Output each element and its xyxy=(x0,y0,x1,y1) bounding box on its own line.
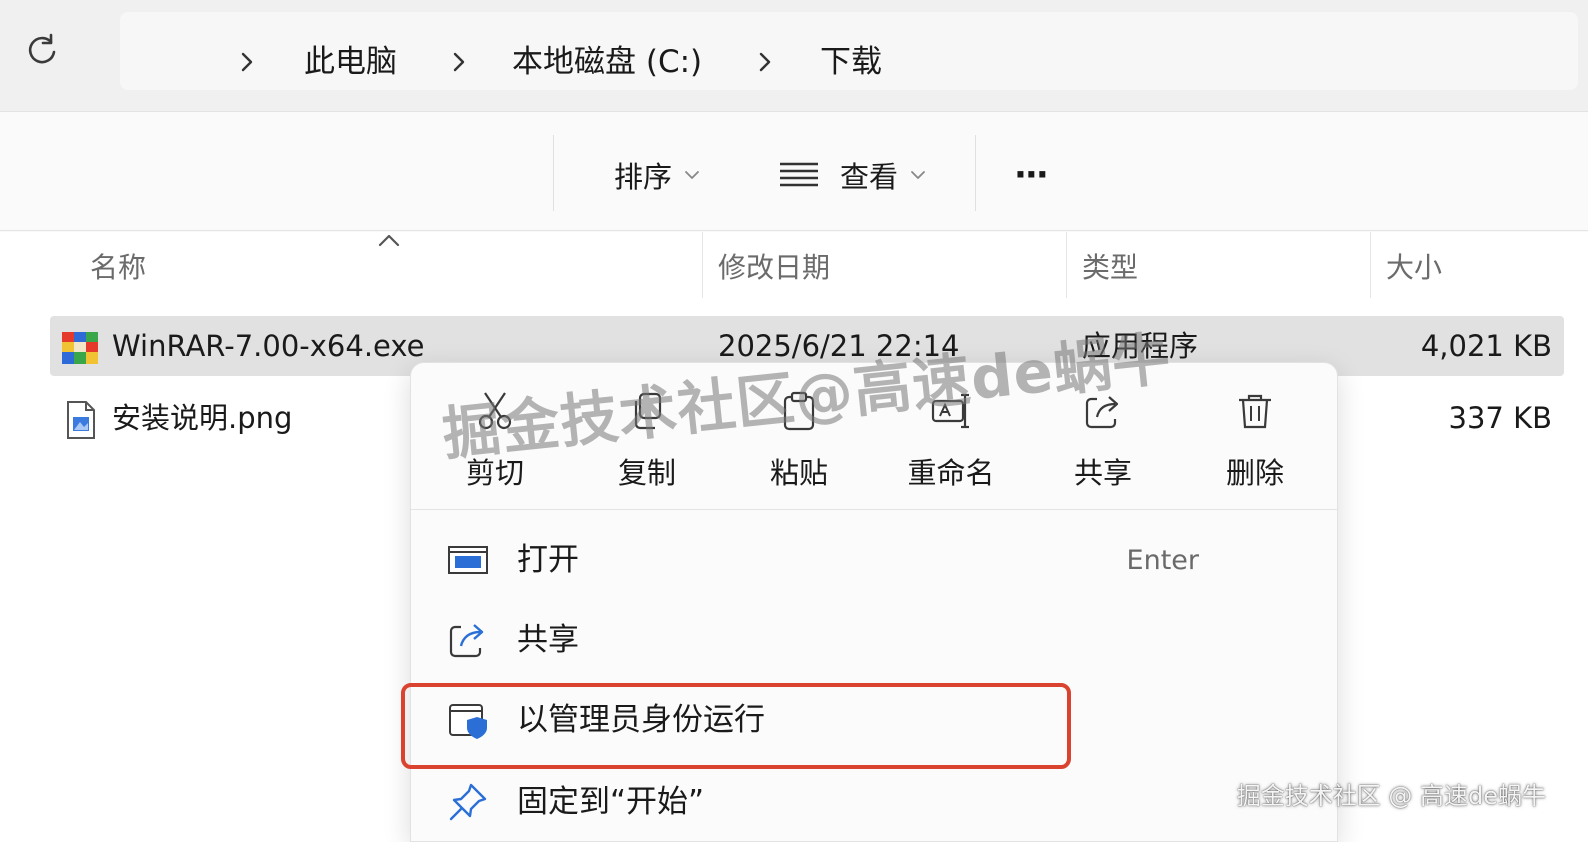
menu-item-label: 共享 xyxy=(517,622,579,658)
sort-button[interactable]: 排序 xyxy=(614,153,700,197)
toolbar-divider xyxy=(975,135,976,211)
menu-shortcut: Enter xyxy=(1126,545,1199,576)
open-window-icon xyxy=(448,546,488,574)
column-header-size[interactable]: 大小 xyxy=(1386,250,1442,286)
shield-admin-icon xyxy=(449,704,487,739)
copy-label: 复制 xyxy=(617,456,676,490)
delete-button[interactable]: 删除 xyxy=(1195,385,1315,495)
png-file-icon xyxy=(67,401,95,439)
share-icon xyxy=(449,624,484,658)
command-toolbar: 排序 查看 ··· xyxy=(0,113,1588,231)
winrar-icon xyxy=(62,332,98,364)
breadcrumb-downloads[interactable]: 下载 xyxy=(820,42,882,82)
more-options-button[interactable]: ··· xyxy=(1014,153,1049,197)
menu-item-share[interactable]: 共享 xyxy=(431,603,1319,677)
toolbar-divider xyxy=(553,135,554,211)
breadcrumb-this-pc[interactable]: 此电脑 xyxy=(304,42,397,82)
share-quick-label: 共享 xyxy=(1073,456,1132,490)
paste-label: 粘贴 xyxy=(769,456,828,490)
column-divider[interactable] xyxy=(1370,232,1371,298)
watermark-corner: 掘金技术社区 @ 高速de蜗牛 xyxy=(1236,782,1546,810)
chevron-down-icon xyxy=(910,170,926,180)
refresh-icon xyxy=(28,33,56,64)
more-icon: ··· xyxy=(1014,155,1049,195)
refresh-button[interactable] xyxy=(22,30,62,70)
trash-icon xyxy=(1239,394,1271,429)
delete-label: 删除 xyxy=(1225,456,1284,490)
file-size: 4,021 KB xyxy=(1420,329,1552,363)
menu-item-label: 打开 xyxy=(517,542,579,578)
chevron-right-icon[interactable] xyxy=(448,48,470,76)
column-divider[interactable] xyxy=(702,232,703,298)
rename-label: 重命名 xyxy=(907,456,995,490)
chevron-down-icon xyxy=(684,170,700,180)
file-name: 安装说明.png xyxy=(112,401,293,435)
pin-icon xyxy=(449,783,487,821)
file-name: WinRAR-7.00-x64.exe xyxy=(112,329,425,363)
address-box[interactable]: 此电脑 本地磁盘 (C:) 下载 xyxy=(120,12,1578,90)
menu-item-open[interactable]: 打开 Enter xyxy=(431,523,1319,597)
chevron-right-icon[interactable] xyxy=(236,48,258,76)
sort-ascending-icon[interactable] xyxy=(376,232,402,248)
menu-item-label: 固定到“开始” xyxy=(517,784,705,820)
file-size: 337 KB xyxy=(1448,401,1552,435)
view-label: 查看 xyxy=(840,160,899,194)
sort-label: 排序 xyxy=(614,160,673,194)
breadcrumb-local-disk[interactable]: 本地磁盘 (C:) xyxy=(512,42,702,82)
menu-divider xyxy=(411,509,1337,510)
menu-item-label: 以管理员身份运行 xyxy=(517,702,765,738)
view-button[interactable]: 查看 xyxy=(778,153,926,197)
menu-item-run-as-admin[interactable]: 以管理员身份运行 xyxy=(431,683,1319,757)
column-header-modified[interactable]: 修改日期 xyxy=(718,250,830,286)
column-divider[interactable] xyxy=(1066,232,1067,298)
list-view-icon xyxy=(778,161,820,189)
column-header-type[interactable]: 类型 xyxy=(1082,250,1138,286)
menu-item-pin-to-start[interactable]: 固定到“开始” xyxy=(431,765,1319,839)
chevron-right-icon[interactable] xyxy=(754,48,776,76)
address-bar-region: 此电脑 本地磁盘 (C:) 下载 xyxy=(0,0,1588,112)
column-header-name[interactable]: 名称 xyxy=(90,250,146,286)
